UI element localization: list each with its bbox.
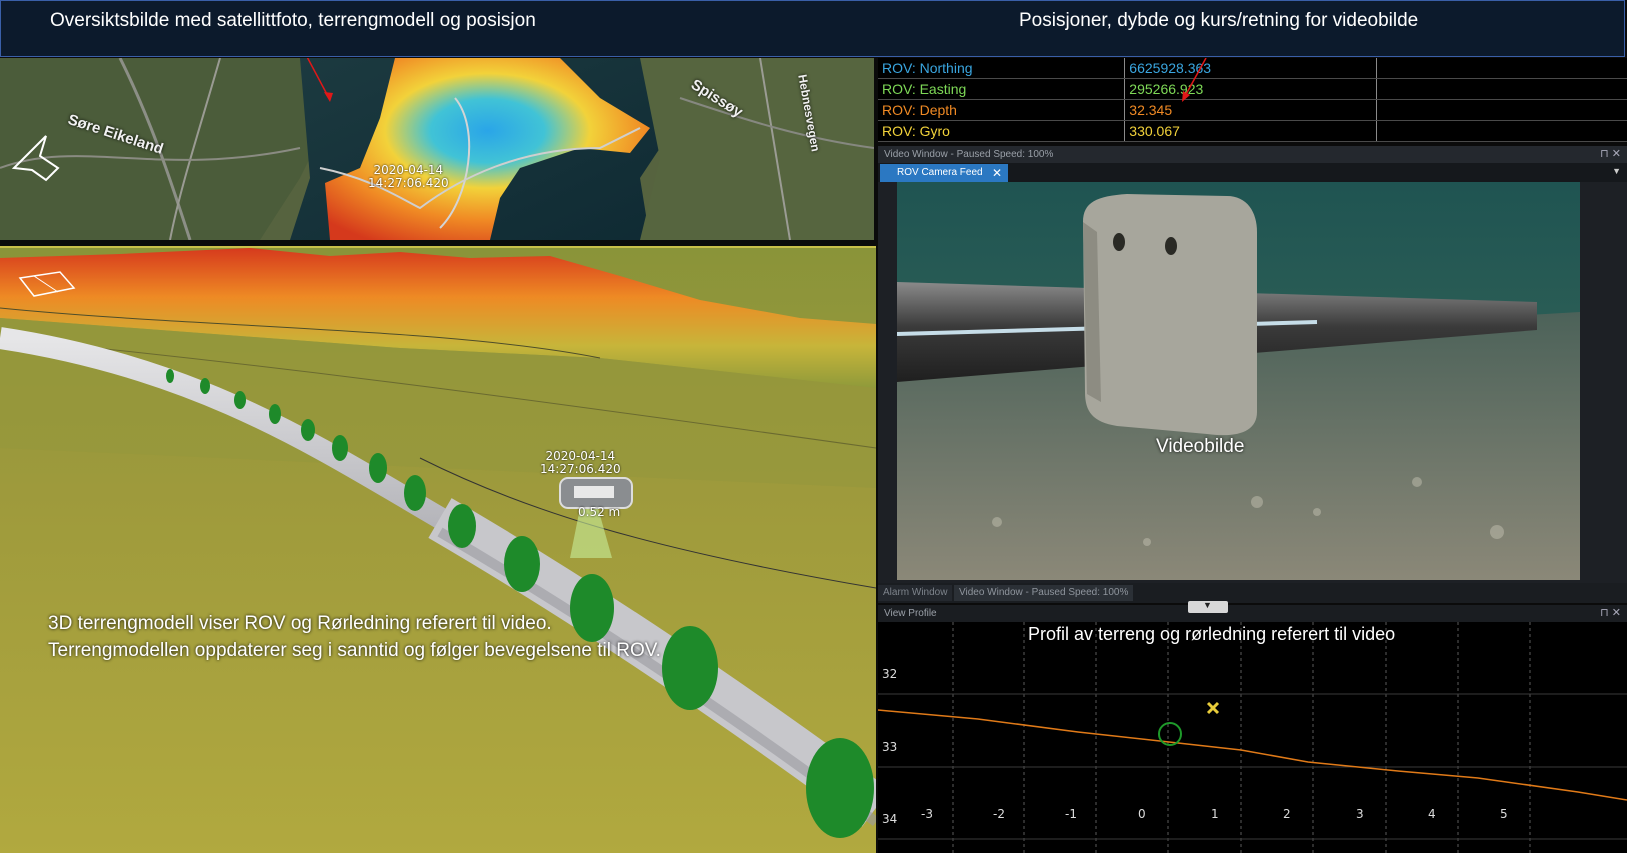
table-row: ROV: Northing 6625928.363 [878, 58, 1627, 79]
row-value: 6625928.363 [1124, 58, 1377, 79]
row-value: 330.067 [1124, 120, 1377, 142]
tab-alarm-window[interactable]: Alarm Window [878, 585, 953, 601]
x-tick-label: 0 [1138, 807, 1146, 821]
table-row: ROV: Gyro 330.067 [878, 120, 1627, 142]
right-caption: Posisjoner, dybde og kurs/retning for vi… [1019, 10, 1419, 31]
x-tick-label: 1 [1211, 807, 1219, 821]
row-label: ROV: Depth [878, 99, 1126, 121]
profile-plot [878, 622, 1627, 853]
video-bottom-tabstrip: Alarm Window Video Window - Paused Speed… [878, 583, 1627, 603]
row-empty-cell [1376, 99, 1627, 121]
video-window-controls: ⊓ ✕ [1600, 146, 1621, 163]
tab-label: ROV Camera Feed [897, 167, 983, 178]
video-tabstrip: ROV Camera Feed ✕ ▼ [878, 163, 1627, 182]
y-tick-label: 33 [882, 740, 898, 754]
profile-window-controls: ⊓ ✕ [1600, 605, 1621, 622]
video-overlay-label: Videobilde [1156, 436, 1245, 457]
tab-close-icon[interactable]: ✕ [992, 164, 1002, 182]
pin-icon[interactable]: ⊓ [1600, 607, 1609, 619]
close-icon[interactable]: ✕ [1612, 148, 1621, 160]
header-band: Oversiktsbilde med satellittfoto, terren… [0, 0, 1625, 57]
view3d-rov-timestamp: 2020-04-14 14:27:06.420 [540, 450, 621, 476]
collapse-toggle[interactable]: ▼ [1188, 600, 1228, 613]
x-tick-label: 2 [1283, 807, 1291, 821]
row-label: ROV: Gyro [878, 120, 1126, 142]
x-tick-label: 3 [1356, 807, 1364, 821]
profile-titlebar: View Profile ⊓ ✕ [878, 605, 1627, 622]
row-label: ROV: Northing [878, 58, 1126, 79]
video-window-title: Video Window - Paused Speed: 100% [884, 149, 1054, 160]
tab-overflow-icon[interactable]: ▼ [1612, 166, 1621, 176]
view3d-caption-line1: 3D terrengmodell viser ROV og Rørledning… [48, 613, 552, 634]
map-rov-timestamp: 2020-04-14 14:27:06.420 [368, 164, 449, 190]
profile-caption: Profil av terreng og rørledning referert… [1028, 624, 1396, 644]
chevron-down-icon: ▼ [1203, 600, 1212, 610]
pin-icon[interactable]: ⊓ [1600, 148, 1609, 160]
x-tick-label: 4 [1428, 807, 1436, 821]
left-caption: Oversiktsbilde med satellittfoto, terren… [50, 10, 536, 31]
map-rov-time: 14:27:06.420 [368, 176, 449, 190]
rov-camera-feed-frame: Videobilde [897, 182, 1580, 580]
view-profile-panel[interactable]: View Profile ⊓ ✕ ▼ Profil av terreng og … [878, 600, 1627, 853]
video-window-titlebar: Video Window - Paused Speed: 100% ⊓ ✕ [878, 146, 1627, 163]
row-empty-cell [1376, 78, 1627, 100]
tab-video-window[interactable]: Video Window - Paused Speed: 100% [954, 585, 1134, 601]
video-window: Video Window - Paused Speed: 100% ⊓ ✕ RO… [878, 146, 1627, 603]
y-tick-label: 32 [882, 667, 898, 681]
row-value: 295266.923 [1124, 78, 1377, 100]
x-tick-label: -3 [921, 807, 933, 821]
view3d-rov-time: 14:27:06.420 [540, 462, 621, 476]
rov-altitude-label: 0.52 m [578, 505, 621, 519]
rov-data-table: ROV: Northing 6625928.363 ROV: Easting 2… [878, 58, 1627, 142]
table-annotation-arrow-icon [1182, 58, 1207, 102]
table-row: ROV: Easting 295266.923 [878, 78, 1627, 100]
tab-rov-camera-feed[interactable]: ROV Camera Feed ✕ [880, 164, 1008, 182]
overview-map-panel[interactable]: Søre Eikeland Spissøy Hebnesvegen 2020-0… [0, 58, 874, 240]
row-value: 32.345 [1124, 99, 1377, 121]
x-tick-label: 5 [1500, 807, 1508, 821]
row-empty-cell [1376, 120, 1627, 142]
view3d-caption-line2: Terrengmodellen oppdaterer seg i sanntid… [48, 640, 661, 661]
terrain-3d-view[interactable]: 2020-04-14 14:27:06.420 0.52 m 3D terren… [0, 246, 876, 853]
x-tick-label: -1 [1065, 807, 1077, 821]
row-empty-cell [1376, 58, 1627, 79]
table-row: ROV: Depth 32.345 [878, 99, 1627, 121]
map-annotation-arrow-icon [306, 58, 333, 102]
profile-title: View Profile [884, 608, 937, 619]
close-icon[interactable]: ✕ [1612, 607, 1621, 619]
row-label: ROV: Easting [878, 78, 1126, 100]
x-tick-label: -2 [993, 807, 1005, 821]
y-tick-label: 34 [882, 812, 898, 826]
